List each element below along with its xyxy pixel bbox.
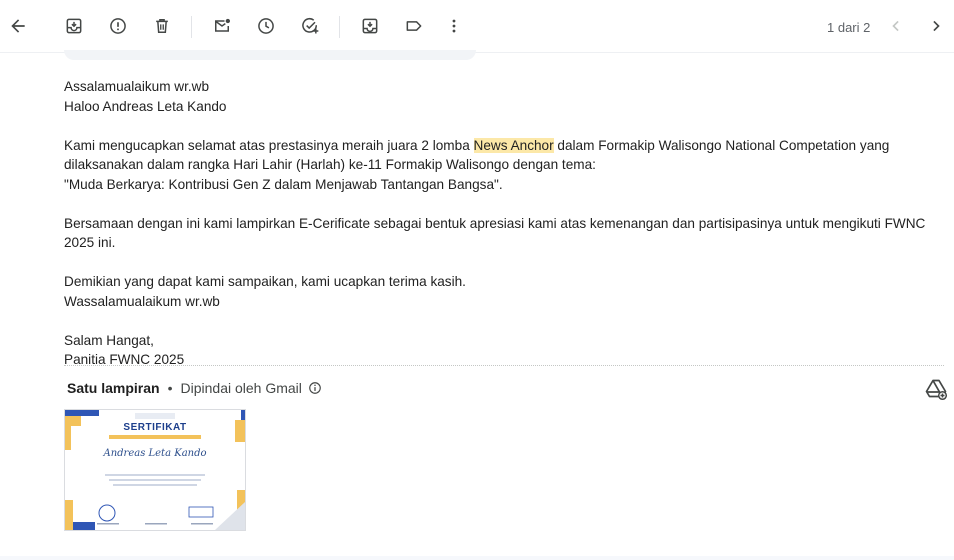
email-signoff: Salam Hangat, [64, 332, 154, 348]
label-button[interactable] [398, 10, 430, 42]
message-toolbar: 1 dari 2 [0, 0, 954, 53]
message-panel: 1 dari 2 Assalamualaikum wr.wb Haloo And… [0, 0, 954, 556]
email-salam: Wassalamualaikum wr.wb [64, 293, 220, 309]
info-icon[interactable] [308, 381, 322, 395]
more-options-button[interactable] [438, 10, 470, 42]
snooze-button[interactable] [250, 10, 282, 42]
move-to-icon [362, 18, 378, 34]
pager-text: 1 dari 2 [827, 20, 871, 35]
add-task-button[interactable] [294, 10, 326, 42]
snooze-icon [258, 18, 274, 34]
email-greeting: Assalamualaikum wr.wb [64, 79, 210, 94]
search-highlight: News Anchor [473, 137, 554, 153]
add-task-icon [302, 17, 319, 34]
scanned-by-gmail: Dipindai oleh Gmail [180, 380, 302, 396]
delete-button[interactable] [146, 10, 178, 42]
certificate-recipient-name: Andreas Leta Kando [103, 448, 207, 459]
add-to-drive-button[interactable] [924, 377, 948, 401]
attachment-count: Satu lampiran [67, 380, 160, 396]
newer-button[interactable] [880, 10, 912, 42]
back-arrow-icon [11, 19, 25, 33]
back-button[interactable] [2, 10, 34, 42]
label-icon [406, 21, 422, 31]
archive-icon [66, 18, 82, 34]
email-sender: Panitia FWNC 2025 [64, 352, 185, 367]
chevron-left-icon [892, 20, 899, 32]
email-theme: "Muda Berkarya: Kontribusi Gen Z dalam M… [64, 176, 503, 192]
mark-unread-button[interactable] [206, 10, 238, 42]
report-spam-icon [110, 18, 126, 34]
email-paragraph-1: Kami mengucapkan selamat atas prestasiny… [64, 137, 890, 172]
attachment-separator: • [167, 380, 173, 396]
more-vert-icon [452, 19, 456, 33]
collapsed-message-edge [64, 50, 476, 60]
certificate-ribbon [109, 435, 201, 439]
archive-button[interactable] [58, 10, 90, 42]
certificate-heading: SERTIFIKAT [123, 422, 187, 433]
attachment-header: Satu lampiran • Dipindai oleh Gmail [67, 380, 322, 396]
chevron-right-icon [933, 20, 940, 32]
move-to-button[interactable] [354, 10, 386, 42]
email-closing: Demikian yang dapat kami sampaikan, kami… [64, 274, 466, 289]
delete-icon [156, 19, 168, 33]
attachment-thumbnail[interactable]: SERTIFIKAT Andreas Leta Kando [64, 409, 246, 531]
email-paragraph-2: Bersamaan dengan ini kami lampirkan E-Ce… [64, 215, 926, 251]
toolbar-divider [339, 16, 340, 38]
email-recipient-greeting: Haloo Andreas Leta Kando [64, 98, 227, 114]
report-spam-button[interactable] [102, 10, 134, 42]
add-to-drive-icon [925, 379, 948, 401]
toolbar-divider [191, 16, 192, 38]
attachment-divider [64, 365, 944, 366]
mark-unread-icon [215, 18, 230, 32]
email-body: Assalamualaikum wr.wb Haloo Andreas Leta… [64, 77, 944, 370]
older-button[interactable] [920, 10, 952, 42]
